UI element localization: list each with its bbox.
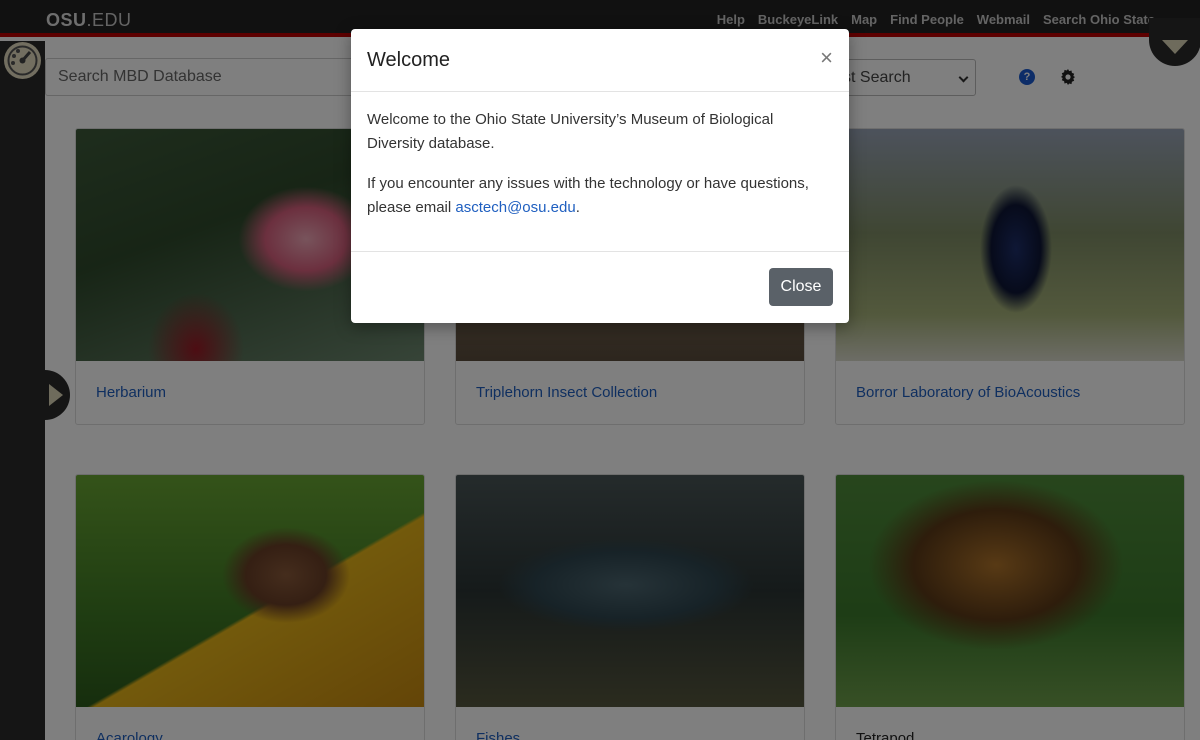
modal-title: Welcome: [367, 49, 450, 71]
email-link[interactable]: asctech@osu.edu: [455, 199, 575, 216]
welcome-modal: Welcome × Welcome to the Ohio State Univ…: [351, 29, 849, 323]
modal-footer: Close: [351, 252, 849, 322]
modal-header: Welcome ×: [351, 29, 849, 92]
contact-text: If you encounter any issues with the tec…: [367, 175, 809, 216]
welcome-text: Welcome to the Ohio State University’s M…: [367, 111, 774, 152]
close-icon[interactable]: ×: [820, 47, 833, 69]
modal-body: Welcome to the Ohio State University’s M…: [351, 92, 849, 252]
close-button[interactable]: Close: [769, 268, 833, 306]
